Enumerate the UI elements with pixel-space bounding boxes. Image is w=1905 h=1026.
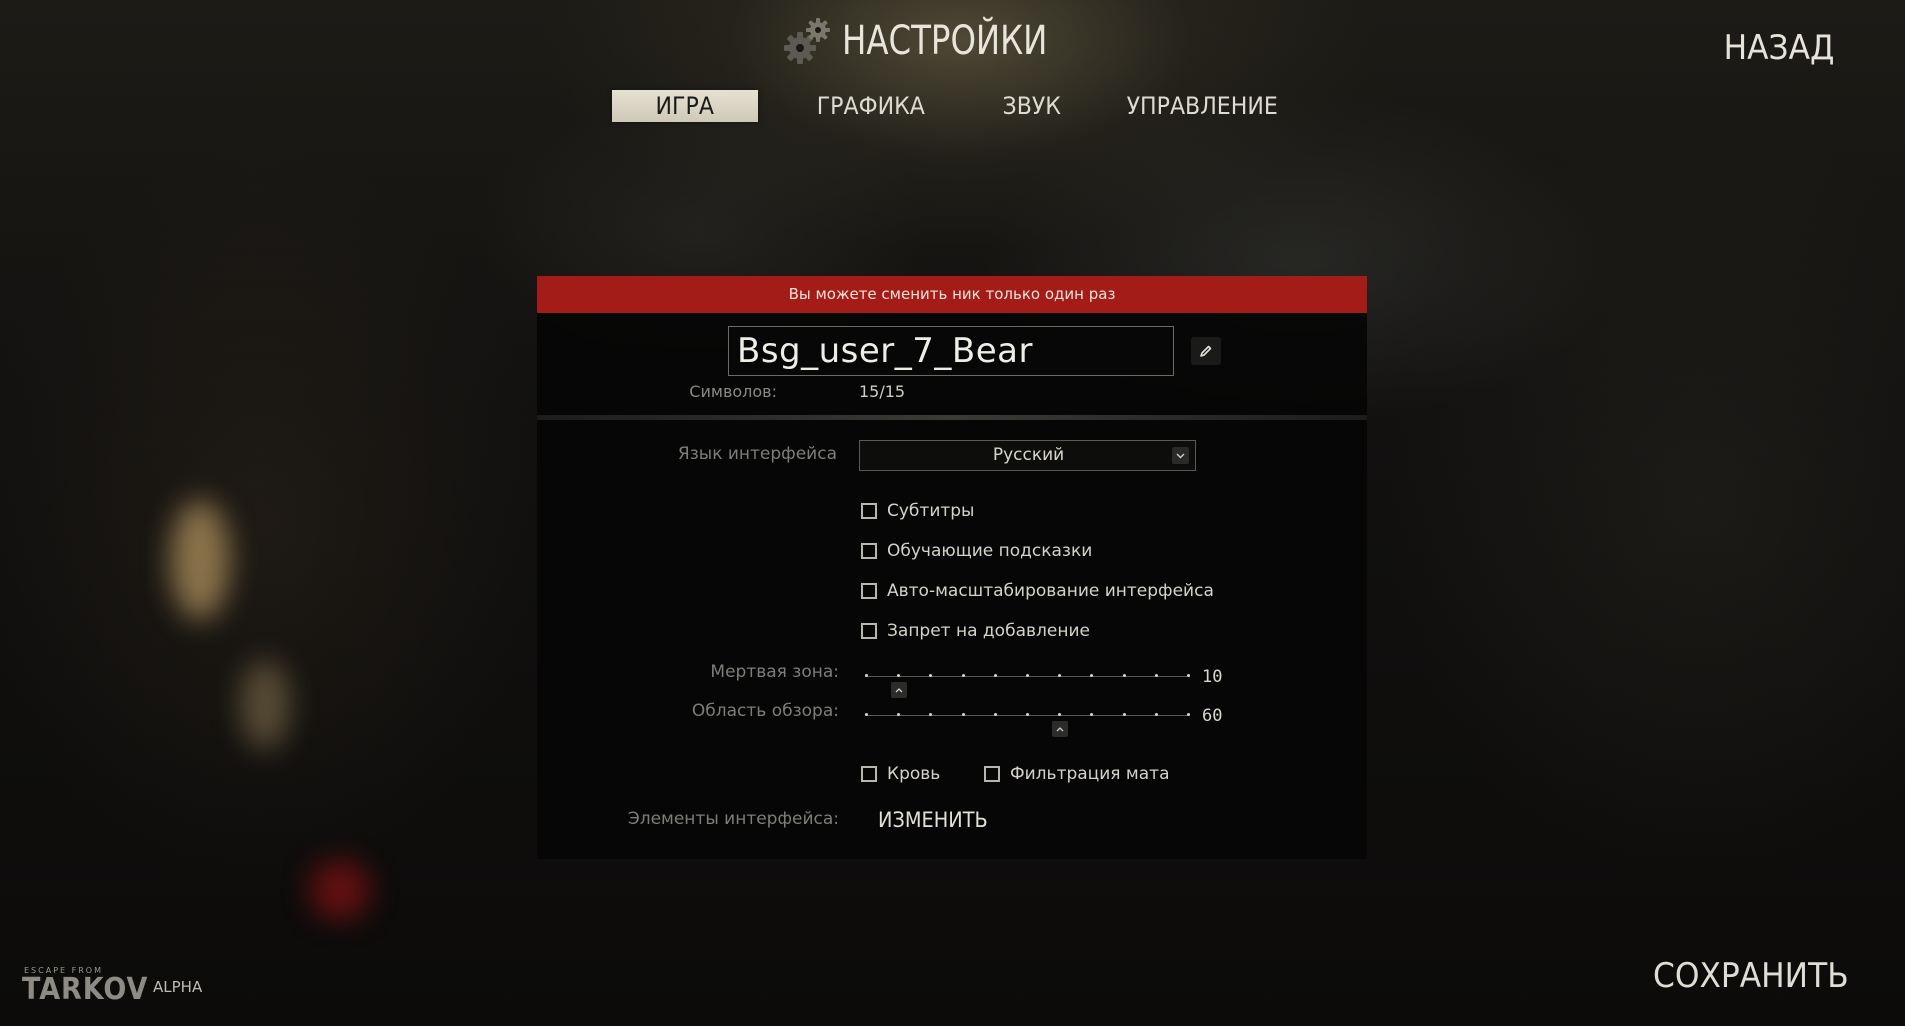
fov-label: Область обзора: (691, 701, 839, 721)
slider-tick (1187, 713, 1190, 716)
checkbox-label: Авто-масштабирование интерфейса (887, 581, 1214, 601)
slider-tick (993, 713, 997, 716)
settings-screen: НАСТРОЙКИ НАЗАД ИГРА ГРАФИКА ЗВУК УПРАВЛ… (0, 0, 1905, 1026)
deadzone-value: 10 (1202, 667, 1223, 687)
checkbox-box[interactable] (984, 766, 1000, 782)
slider-tick (993, 674, 997, 677)
save-button[interactable]: СОХРАНИТЬ (1653, 956, 1849, 996)
tab-controls[interactable]: УПРАВЛЕНИЕ (1120, 90, 1284, 122)
nickname-input[interactable] (728, 326, 1174, 376)
checkbox-label: Запрет на добавление (887, 621, 1090, 641)
checkbox-profanity-filter[interactable]: Фильтрация мата (984, 763, 1170, 785)
page-title: НАСТРОЙКИ (842, 18, 1048, 64)
edit-nickname-button[interactable] (1191, 337, 1221, 365)
slider-tick (961, 713, 965, 716)
nickname-warning: Вы можете сменить ник только один раз (537, 276, 1367, 313)
back-button[interactable]: НАЗАД (1723, 28, 1834, 68)
checkbox-auto-scale-ui[interactable]: Авто-масштабирование интерфейса (861, 580, 1214, 602)
slider-tick (865, 713, 868, 716)
checkbox-box[interactable] (861, 766, 877, 782)
change-ui-elements-button[interactable]: ИЗМЕНИТЬ (878, 808, 988, 832)
background-light (310, 860, 370, 920)
background-light (170, 500, 230, 620)
background-light (240, 660, 290, 750)
checkbox-subtitles[interactable]: Субтитры (861, 500, 974, 522)
chevron-down-icon (1172, 447, 1189, 464)
checkbox-box[interactable] (861, 623, 877, 639)
deadzone-slider[interactable] (865, 666, 1190, 698)
pencil-icon (1200, 345, 1212, 357)
slider-tick (1026, 674, 1029, 677)
checkbox-box[interactable] (861, 543, 877, 559)
checkbox-blood[interactable]: Кровь (861, 763, 940, 785)
checkbox-tutorial-hints[interactable]: Обучающие подсказки (861, 540, 1092, 562)
language-select[interactable]: Русский (859, 440, 1196, 471)
slider-tick (1154, 713, 1158, 716)
fov-slider[interactable] (865, 705, 1190, 737)
fov-value: 60 (1202, 706, 1223, 726)
slider-tick (1154, 674, 1158, 677)
checkbox-label: Обучающие подсказки (887, 541, 1093, 561)
checkbox-label: Фильтрация мата (1010, 764, 1170, 784)
checkbox-label: Кровь (887, 764, 941, 784)
settings-panel: Вы можете сменить ник только один раз Си… (537, 276, 1367, 859)
slider-handle[interactable] (890, 682, 907, 698)
char-count-value: 15/15 (859, 382, 906, 401)
game-logo: ESCAPE FROM TARKOV (22, 966, 149, 1007)
header: НАСТРОЙКИ (780, 6, 1070, 76)
language-label: Язык интерфейса (677, 444, 837, 464)
gears-icon (784, 18, 830, 64)
tab-sound[interactable]: ЗВУК (990, 90, 1074, 122)
tab-graphics[interactable]: ГРАФИКА (808, 90, 934, 122)
checkbox-box[interactable] (861, 583, 877, 599)
slider-handle[interactable] (1051, 721, 1068, 737)
checkbox-block-friend-requests[interactable]: Запрет на добавление (861, 620, 1090, 642)
char-count-label: Символов: (689, 382, 777, 401)
ui-elements-label: Элементы интерфейса: (627, 809, 839, 829)
deadzone-label: Мертвая зона: (710, 662, 839, 682)
slider-tick (865, 674, 868, 677)
slider-tick (961, 674, 965, 677)
slider-tick (1187, 674, 1190, 677)
alpha-badge: ALPHA (153, 978, 203, 996)
language-selected-value: Русский (992, 445, 1065, 465)
tab-game[interactable]: ИГРА (612, 90, 758, 122)
checkbox-label: Субтитры (887, 501, 975, 521)
slider-tick (1122, 674, 1126, 677)
checkbox-box[interactable] (861, 503, 877, 519)
divider (537, 415, 1367, 420)
slider-tick (1122, 713, 1126, 716)
slider-tick (1026, 713, 1029, 716)
tab-bar: ИГРА ГРАФИКА ЗВУК УПРАВЛЕНИЕ (0, 90, 1905, 122)
